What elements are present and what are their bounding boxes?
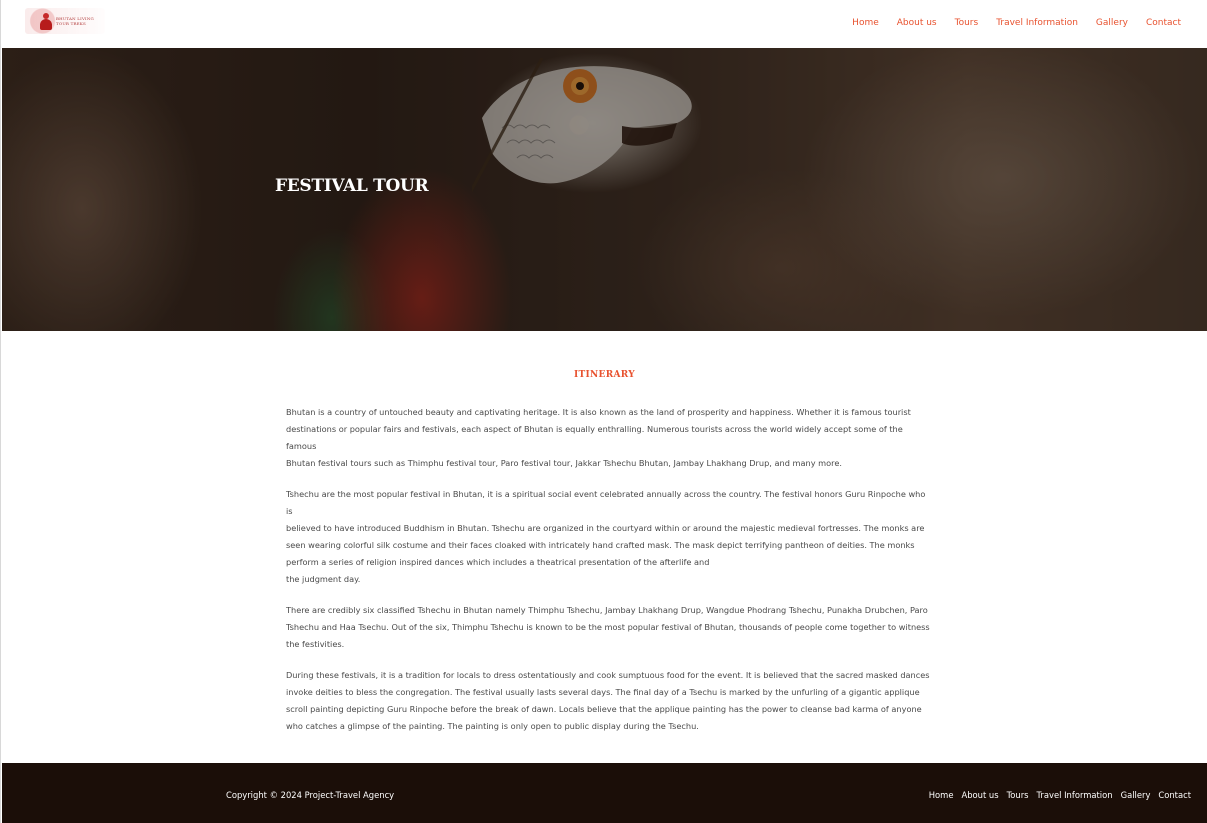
paragraph-six-tshechu: There are credibly six classified Tshech… — [286, 602, 931, 653]
hero-banner: FESTIVAL TOUR — [2, 48, 1207, 331]
logo-figure-icon — [39, 13, 53, 30]
paragraph-tshechu: Tshechu are the most popular festival in… — [286, 486, 931, 588]
nav-contact[interactable]: Contact — [1146, 18, 1181, 28]
logo-text: BHUTAN LIVING TOUR TREKS — [56, 16, 94, 26]
footer-nav-home[interactable]: Home — [929, 790, 954, 800]
site-footer: Copyright © 2024 Project-Travel Agency H… — [2, 763, 1207, 823]
nav-about-us[interactable]: About us — [897, 18, 937, 28]
footer-nav: Home About us Tours Travel Information G… — [929, 790, 1191, 800]
text-line: perform a series of religion inspired da… — [286, 557, 710, 567]
text-line: Bhutan is a country of untouched beauty … — [286, 407, 911, 417]
text-line: scroll painting depicting Guru Rinpoche … — [286, 704, 922, 714]
footer-nav-travel-information[interactable]: Travel Information — [1037, 790, 1113, 800]
text-line: There are credibly six classified Tshech… — [286, 605, 928, 615]
footer-nav-contact[interactable]: Contact — [1158, 790, 1191, 800]
paragraph-intro: Bhutan is a country of untouched beauty … — [286, 404, 931, 472]
text-line: invoke deities to bless the congregation… — [286, 687, 920, 697]
site-logo[interactable]: BHUTAN LIVING TOUR TREKS — [25, 8, 105, 34]
hero-mask-image — [472, 58, 692, 193]
text-line: Tshechu are the most popular festival in… — [286, 489, 926, 516]
footer-nav-tours[interactable]: Tours — [1007, 790, 1029, 800]
main-nav: Home About us Tours Travel Information G… — [852, 18, 1181, 28]
text-line: Tshechu and Haa Tsechu. Out of the six, … — [286, 622, 930, 632]
text-line: destinations or popular fairs and festiv… — [286, 424, 903, 451]
text-line: During these festivals, it is a traditio… — [286, 670, 930, 680]
itinerary-content: Bhutan is a country of untouched beauty … — [286, 404, 931, 749]
copyright-text: Copyright © 2024 Project-Travel Agency — [226, 790, 395, 800]
text-line: who catches a glimpse of the painting. T… — [286, 721, 699, 731]
nav-home[interactable]: Home — [852, 18, 879, 28]
section-heading-itinerary: ITINERARY — [574, 370, 635, 380]
footer-nav-about-us[interactable]: About us — [961, 790, 998, 800]
text-line: the festivities. — [286, 639, 345, 649]
text-line: the judgment day. — [286, 574, 361, 584]
text-line: seen wearing colorful silk costume and t… — [286, 540, 915, 550]
site-header: BHUTAN LIVING TOUR TREKS Home About us T… — [1, 0, 1207, 48]
nav-travel-information[interactable]: Travel Information — [996, 18, 1078, 28]
nav-tours[interactable]: Tours — [955, 18, 979, 28]
paragraph-traditions: During these festivals, it is a traditio… — [286, 667, 931, 735]
text-line: believed to have introduced Buddhism in … — [286, 523, 925, 533]
footer-nav-gallery[interactable]: Gallery — [1121, 790, 1151, 800]
text-line: Bhutan festival tours such as Thimphu fe… — [286, 458, 842, 468]
page-title: FESTIVAL TOUR — [275, 176, 429, 196]
nav-gallery[interactable]: Gallery — [1096, 18, 1128, 28]
